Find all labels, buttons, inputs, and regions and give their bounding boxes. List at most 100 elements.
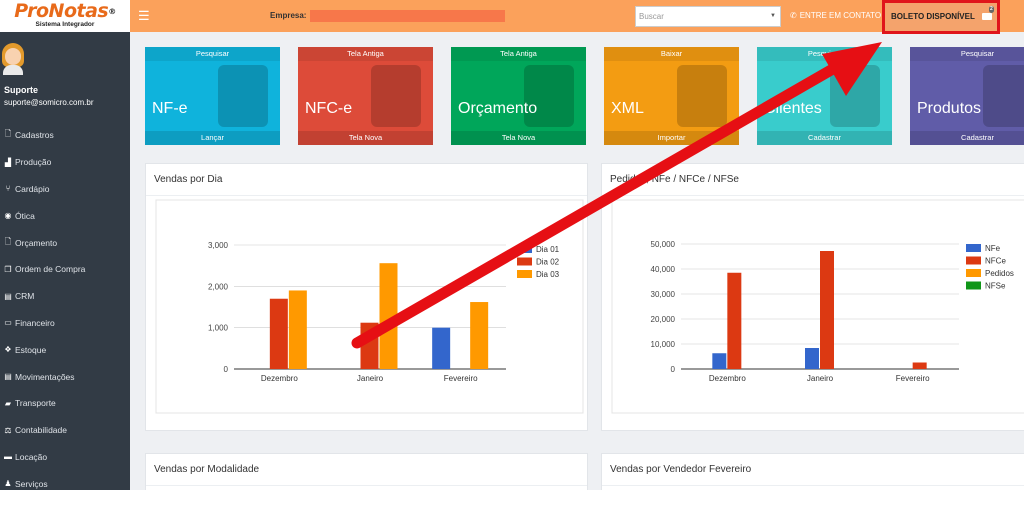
tile-bottom-link[interactable]: Lançar bbox=[145, 131, 280, 145]
sidebar-item-cadastros[interactable]: 🗋 Cadastros bbox=[0, 122, 130, 149]
tile-bottom-link[interactable]: Tela Nova bbox=[451, 131, 586, 145]
boleto-label: BOLETO DISPONÍVEL bbox=[891, 12, 975, 21]
truck-icon: ▰ bbox=[4, 398, 12, 408]
search-placeholder: Buscar bbox=[639, 12, 664, 21]
x-tick-label: Fevereiro bbox=[444, 374, 478, 383]
eye-icon: ◉ bbox=[4, 211, 12, 221]
bar-nfe-janeiro[interactable] bbox=[805, 348, 819, 369]
logo-registered-mark: ® bbox=[108, 7, 116, 16]
document-icon: 🗋 bbox=[4, 129, 12, 139]
tile-title: NFC-e bbox=[305, 100, 353, 117]
x-tick-label: Dezembro bbox=[709, 374, 746, 383]
y-tick-label: 10,000 bbox=[651, 340, 676, 349]
legend-swatch bbox=[517, 245, 532, 253]
bar-dia-03-fevereiro[interactable] bbox=[470, 302, 489, 369]
tile-top-link[interactable]: Pesquisar bbox=[145, 47, 280, 61]
hamburger-menu-icon[interactable]: ☰ bbox=[138, 8, 150, 24]
tile-nfc-e[interactable]: Tela Antiga NFC-e Tela Nova bbox=[298, 47, 433, 145]
tile-clientes[interactable]: Pesquisar Clientes Cadastrar bbox=[757, 47, 892, 145]
tile-top-link[interactable]: Pesquisar bbox=[910, 47, 1024, 61]
chart-icon: ▤ bbox=[4, 291, 12, 301]
top-bar: ☰ Empresa: Buscar ▼ ✆ ENTRE EM CONTATO BO… bbox=[130, 0, 1024, 34]
sidebar-item-otica[interactable]: ◉ Ótica bbox=[0, 202, 130, 229]
user-name: Suporte bbox=[4, 85, 39, 95]
y-tick-label: 40,000 bbox=[651, 265, 676, 274]
tile-xml[interactable]: Baixar XML Importar bbox=[604, 47, 739, 145]
sidebar-item-label: Ótica bbox=[15, 210, 35, 221]
sidebar-item-label: Produção bbox=[15, 157, 52, 168]
logo-tagline: Sistema Integrador bbox=[35, 21, 95, 28]
bar-nfce-fevereiro[interactable] bbox=[912, 362, 927, 370]
sidebar-item-label: Transporte bbox=[15, 398, 56, 409]
bar-nfe-dezembro[interactable] bbox=[712, 353, 727, 369]
bar-dia-02-dezembro[interactable] bbox=[269, 298, 288, 369]
sidebar-item-ordem-de-compra[interactable]: ❐ Ordem de Compra bbox=[0, 256, 130, 283]
tile-produtos[interactable]: Pesquisar Produtos Cadastrar bbox=[910, 47, 1024, 145]
panel-vendas-por-vendedor: Vendas por Vendedor Fevereiro bbox=[601, 453, 1024, 490]
tile-title: NF-e bbox=[152, 100, 188, 117]
cart-icon bbox=[983, 65, 1024, 127]
bar-dia-03-dezembro[interactable] bbox=[288, 290, 307, 369]
tile-top-link[interactable]: Tela Antiga bbox=[451, 47, 586, 61]
tile-top-link[interactable]: Tela Antiga bbox=[298, 47, 433, 61]
search-select[interactable]: Buscar ▼ bbox=[635, 6, 781, 27]
tile-bottom-link[interactable]: Cadastrar bbox=[757, 131, 892, 145]
tile-orcamento[interactable]: Tela Antiga Orçamento Tela Nova bbox=[451, 47, 586, 145]
y-tick-label: 0 bbox=[224, 365, 229, 374]
sidebar-item-contabilidade[interactable]: ⚖ Contabilidade bbox=[0, 417, 130, 444]
bar-nfce-dezembro[interactable] bbox=[727, 272, 742, 369]
boleto-available-button[interactable]: BOLETO DISPONÍVEL 2 bbox=[882, 0, 1000, 34]
sidebar-item-orcamento[interactable]: 🗋 Orçamento bbox=[0, 229, 130, 256]
brand-logo[interactable]: ProNotas® Sistema Integrador bbox=[0, 0, 130, 32]
legend-label: Pedidos bbox=[985, 269, 1014, 278]
bar-nfce-janeiro[interactable] bbox=[820, 251, 834, 369]
sidebar-item-crm[interactable]: ▤ CRM bbox=[0, 283, 130, 310]
bar-dia-02-janeiro[interactable] bbox=[360, 322, 379, 369]
legend-label: NFCe bbox=[985, 257, 1006, 266]
tile-title: XML bbox=[611, 100, 644, 117]
briefcase-icon: ▬ bbox=[4, 452, 12, 462]
bar-dia-03-janeiro[interactable] bbox=[379, 263, 398, 369]
book-icon bbox=[218, 65, 268, 127]
sidebar-menu: 🗋 Cadastros ▟ Produção ⑂ Cardápio ◉ Ótica 🗋 Orçam… bbox=[0, 122, 130, 490]
tile-top-link[interactable]: Baixar bbox=[604, 47, 739, 61]
ledger-icon: ▤ bbox=[4, 372, 12, 382]
contact-link[interactable]: ✆ ENTRE EM CONTATO bbox=[790, 11, 881, 20]
bar-dia-01-fevereiro[interactable] bbox=[432, 327, 451, 369]
pedidos-chart: 0 10,000 20,000 30,000 40,000 50,000 Dezembro J… bbox=[611, 199, 1024, 414]
logo-brand-text: ProNotas bbox=[14, 0, 109, 22]
sidebar-item-estoque[interactable]: ❖ Estoque bbox=[0, 336, 130, 363]
tile-bottom-link[interactable]: Tela Nova bbox=[298, 131, 433, 145]
legend-swatch bbox=[966, 281, 981, 290]
sidebar-item-producao[interactable]: ▟ Produção bbox=[0, 149, 130, 176]
empresa-value bbox=[310, 10, 505, 22]
contact-label: ENTRE EM CONTATO bbox=[799, 11, 882, 20]
user-email: suporte@somicro.com.br bbox=[4, 98, 94, 107]
tile-nf-e[interactable]: Pesquisar NF-e Lançar bbox=[145, 47, 280, 145]
x-tick-label: Fevereiro bbox=[896, 374, 930, 383]
x-tick-label: Janeiro bbox=[807, 374, 834, 383]
factory-icon: ▟ bbox=[4, 157, 12, 167]
tile-bottom-link[interactable]: Importar bbox=[604, 131, 739, 145]
tile-top-link[interactable]: Pesquisar bbox=[757, 47, 892, 61]
tile-bottom-link[interactable]: Cadastrar bbox=[910, 131, 1024, 145]
legend-label: Dia 01 bbox=[536, 245, 560, 254]
y-tick-label: 20,000 bbox=[651, 315, 676, 324]
sidebar-item-label: Financeiro bbox=[15, 317, 55, 328]
cutlery-icon: ⑂ bbox=[5, 184, 11, 194]
sidebar-item-label: Serviços bbox=[15, 478, 48, 489]
y-tick-label: 3,000 bbox=[208, 241, 229, 250]
sidebar-item-locacao[interactable]: ▬ Locação bbox=[0, 444, 130, 471]
sidebar-item-movimentacoes[interactable]: ▤ Movimentações bbox=[0, 363, 130, 390]
empresa-label: Empresa: bbox=[270, 11, 307, 20]
panel-title: Vendas por Modalidade bbox=[154, 464, 260, 475]
legend-swatch bbox=[966, 269, 981, 277]
sidebar-item-servicos[interactable]: ♟ Serviços bbox=[0, 470, 130, 490]
panel-pedidos: Pedidos, NFe / NFCe / NFSe 0 10,000 20,000… bbox=[601, 163, 1024, 431]
sidebar-item-financeiro[interactable]: ▭ Financeiro bbox=[0, 310, 130, 337]
y-tick-label: 1,000 bbox=[208, 324, 229, 333]
sidebar-item-cardapio[interactable]: ⑂ Cardápio bbox=[0, 176, 130, 203]
sidebar-item-transporte[interactable]: ▰ Transporte bbox=[0, 390, 130, 417]
scale-icon bbox=[677, 65, 727, 127]
envelope-icon bbox=[982, 13, 992, 20]
